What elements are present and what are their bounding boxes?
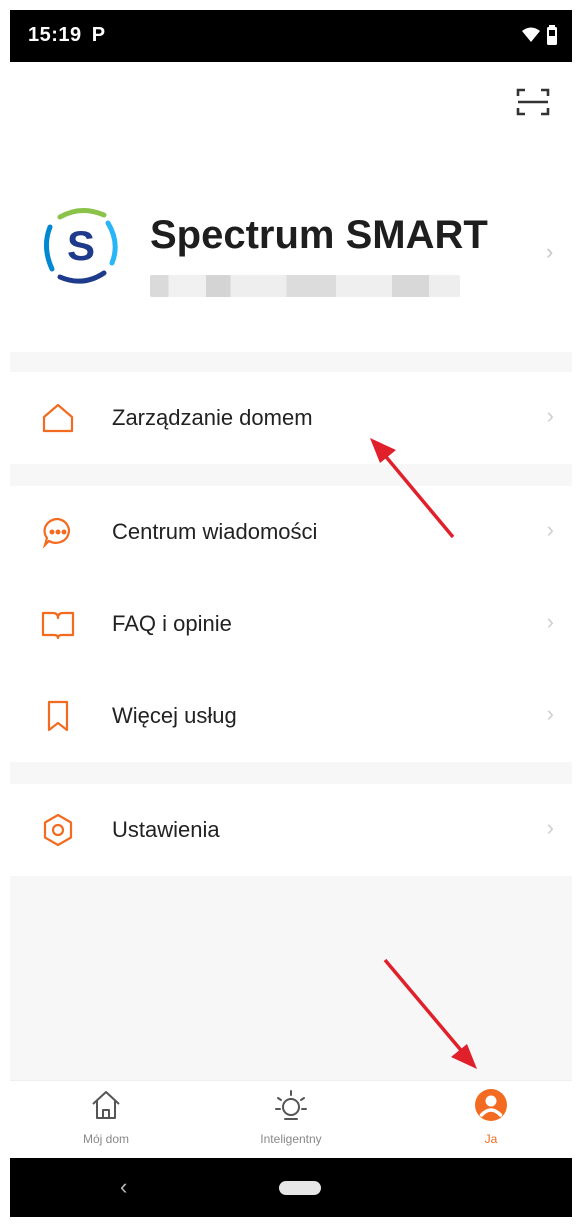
status-bar: 15:19 P <box>10 10 572 62</box>
status-time: 15:19 <box>28 24 82 46</box>
profile-header: S Spectrum SMART › <box>10 62 572 352</box>
menu-card-info: Centrum wiadomości › FAQ i opinie › Więc… <box>10 486 572 762</box>
tab-label: Ja <box>484 1132 498 1146</box>
tab-label: Mój dom <box>82 1132 129 1146</box>
menu-item-label: Więcej usług <box>112 703 237 728</box>
annotation-arrow-me-tab <box>383 958 477 1069</box>
chevron-right-icon: › <box>546 517 554 542</box>
user-avatar-icon <box>475 1089 507 1121</box>
scan-button[interactable] <box>513 82 553 122</box>
house-icon <box>92 1091 120 1119</box>
tab-smart[interactable]: Inteligentny <box>221 1087 361 1146</box>
brand-logo: S <box>44 208 118 284</box>
scan-icon <box>516 88 550 116</box>
bookmark-icon <box>47 700 69 732</box>
menu-item-label: Ustawienia <box>112 817 220 842</box>
menu-item-label: Centrum wiadomości <box>112 519 318 544</box>
menu-item-label: FAQ i opinie <box>112 611 232 636</box>
home-pill-button[interactable] <box>279 1181 321 1195</box>
bottom-tab-bar: Mój dom Inteligentny Ja <box>10 1080 572 1159</box>
chevron-right-icon: › <box>546 701 554 726</box>
tab-my-home[interactable]: Mój dom <box>36 1087 176 1146</box>
notification-icon: P <box>91 24 106 46</box>
menu-item-more-services[interactable]: Więcej usług › <box>10 670 572 762</box>
menu-item-message-center[interactable]: Centrum wiadomości › <box>10 486 572 578</box>
menu-card-settings: Ustawienia › <box>10 784 572 876</box>
battery-icon <box>547 25 557 45</box>
settings-hexagon-icon <box>43 813 73 847</box>
chevron-right-icon: › <box>546 403 554 428</box>
phone-screen: 15:19 P S Spectrum SMART › Zarządzanie d… <box>10 10 572 1217</box>
back-chevron-icon[interactable]: ‹ <box>120 1174 127 1200</box>
menu-item-settings[interactable]: Ustawienia › <box>10 784 572 876</box>
system-navigation-bar: ‹ <box>10 1158 572 1217</box>
sun-icon <box>275 1090 307 1120</box>
menu-item-faq[interactable]: FAQ i opinie › <box>10 578 572 670</box>
open-book-icon <box>41 611 75 640</box>
profile-card[interactable]: S Spectrum SMART › <box>10 197 572 307</box>
menu-item-home-management[interactable]: Zarządzanie domem › <box>10 372 572 464</box>
menu-card-home: Zarządzanie domem › <box>10 372 572 464</box>
svg-text:S: S <box>67 222 95 269</box>
home-icon <box>42 403 74 433</box>
chevron-right-icon: › <box>546 815 554 840</box>
chevron-right-icon: › <box>546 609 554 634</box>
profile-account-redacted <box>150 275 460 297</box>
chevron-right-icon: › <box>546 239 554 264</box>
chat-bubble-icon <box>42 517 70 549</box>
tab-label: Inteligentny <box>260 1132 322 1146</box>
profile-name: Spectrum SMART <box>150 213 488 257</box>
menu-item-label: Zarządzanie domem <box>112 405 313 430</box>
tab-me[interactable]: Ja <box>421 1087 561 1146</box>
wifi-icon <box>522 27 540 42</box>
